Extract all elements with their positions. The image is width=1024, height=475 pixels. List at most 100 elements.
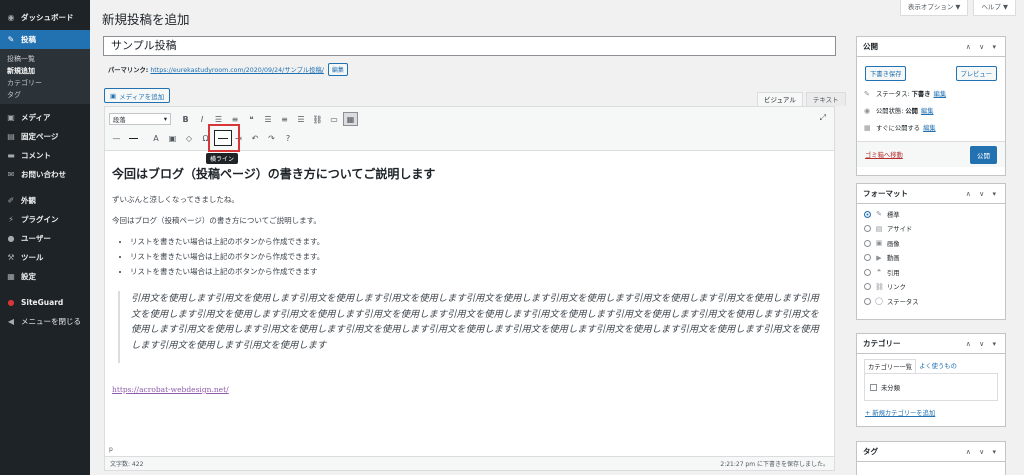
publish-actions: 下書き保存 プレビュー (857, 57, 1005, 81)
submenu-all-posts[interactable]: 投稿一覧 (0, 53, 90, 65)
align-left-icon[interactable]: ☰ (261, 112, 276, 126)
redo-icon[interactable]: ↷ (264, 131, 279, 145)
content-heading: 今回はブログ（投稿ページ）の書き方についてご説明します (112, 167, 436, 181)
sidebar-item-dashboard[interactable]: ◉ ダッシュボード (0, 8, 90, 27)
box-controls-icon[interactable]: ∧ ∨ ▾ (966, 190, 999, 198)
text-color-icon[interactable]: A (149, 131, 164, 145)
sidebar-item-contact[interactable]: ✉ お問い合わせ (0, 165, 90, 184)
format-radio[interactable] (864, 268, 871, 276)
sidebar-item-users[interactable]: ● ユーザー (0, 229, 90, 248)
format-option[interactable]: ❝ 引用 (857, 265, 1005, 280)
sidebar-item-posts[interactable]: ✎ 投稿 (0, 30, 90, 49)
format-radio[interactable] (864, 225, 871, 233)
category-box: カテゴリー ∧ ∨ ▾ カテゴリー一覧 よく使うもの 未分類 + 新規カテゴリーを… (856, 333, 1006, 427)
format-option[interactable]: ◯ ステータス (857, 294, 1005, 309)
help-icon[interactable]: ? (281, 131, 296, 145)
bold-icon[interactable]: B (178, 112, 193, 126)
screen-options-button[interactable]: 表示オプション ▼ (899, 0, 969, 16)
format-option[interactable]: ▤ アサイド (857, 222, 1005, 237)
media-icon: ▣ (7, 113, 15, 122)
format-radio[interactable] (864, 239, 871, 247)
align-center-icon[interactable]: ≡ (277, 112, 292, 126)
format-box: フォーマット ∧ ∨ ▾ ✎ 標準 ▤ アサイド ▣ 画像 ▶ 動画 ❝ 引用 ⛓ リンク ◯ ステータス (856, 183, 1006, 320)
tab-all-categories[interactable]: カテゴリー一覧 (864, 359, 917, 373)
box-controls-icon[interactable]: ∧ ∨ ▾ (966, 448, 999, 456)
submenu-tags[interactable]: タグ (0, 89, 90, 101)
sidebar-item-siteguard[interactable]: ● SiteGuard (0, 293, 90, 312)
format-option[interactable]: ▣ 画像 (857, 236, 1005, 251)
sidebar-item-plugins[interactable]: ⚡ プラグイン (0, 210, 90, 229)
blockquote-icon[interactable]: ❝ (244, 112, 259, 126)
undo-icon[interactable]: ↶ (248, 131, 263, 145)
permalink-url[interactable]: https://eurekastudyroom.com/2020/09/24/サ… (150, 65, 324, 74)
format-radio[interactable] (864, 254, 871, 262)
distraction-free-icon[interactable]: ⤢ (820, 113, 826, 123)
permalink-edit-button[interactable]: 編集 (327, 63, 348, 76)
toolbar-toggle-icon[interactable]: ▦ (343, 112, 358, 126)
sidebar-item-label: 固定ページ (21, 132, 59, 141)
schedule-edit-link[interactable]: 編集 (923, 123, 936, 132)
visibility-edit-link[interactable]: 編集 (921, 106, 934, 115)
preview-button[interactable]: プレビュー (955, 66, 997, 81)
category-tabs: カテゴリー一覧 よく使うもの (857, 354, 1005, 373)
tab-popular-categories[interactable]: よく使うもの (916, 359, 960, 373)
format-radio[interactable] (864, 210, 871, 218)
user-icon: ● (7, 234, 15, 243)
status-icon: ◯ (875, 297, 883, 306)
format-radio[interactable] (864, 283, 871, 291)
plugin-icon: ⚡ (8, 215, 14, 224)
paste-text-icon[interactable]: ▣ (165, 131, 180, 145)
publish-box-title: 公開 (863, 42, 878, 51)
tab-visual[interactable]: ビジュアル (757, 92, 803, 106)
sidebar-item-comments[interactable]: ▬ コメント (0, 146, 90, 165)
sidebar-item-label: メディア (21, 113, 51, 122)
help-button[interactable]: ヘルプ ▼ (973, 0, 1016, 16)
autosave-status: 2:21:27 pm に下書きを保存しました。 (720, 461, 829, 468)
sidebar-item-tools[interactable]: ⚒ ツール (0, 248, 90, 267)
format-option-label: アサイド (887, 226, 913, 234)
editor-content[interactable]: 今回はブログ（投稿ページ）の書き方についてご説明します ずいぶんと涼しくなってき… (112, 165, 824, 394)
format-select[interactable]: 段落 ▾ (109, 113, 171, 125)
link-icon[interactable]: ⛓ (310, 112, 325, 126)
media-icon: ▣ (110, 91, 117, 100)
toolbar-row-2: — A▣◇Ω⇤⇥↶↷? (109, 131, 297, 145)
content-paragraph: ずいぶんと涼しくなってきましたね。 (112, 195, 239, 204)
tab-text[interactable]: テキスト (805, 92, 846, 106)
sidebar-item-pages[interactable]: ▤ 固定ページ (0, 127, 90, 146)
sidebar-collapse-menu[interactable]: ◀ メニューを閉じる (0, 312, 90, 331)
publish-button[interactable]: 公開 (970, 145, 997, 164)
save-draft-button[interactable]: 下書き保存 (865, 66, 907, 81)
read-more-icon[interactable]: ▭ (327, 112, 342, 126)
content-paragraph: 今回はブログ（投稿ページ）の書き方についてご説明します。 (112, 216, 321, 225)
format-option[interactable]: ⛓ リンク (857, 280, 1005, 295)
sidebar-item-label: ダッシュボード (21, 13, 74, 22)
add-category-link[interactable]: + 新規カテゴリーを追加 (857, 401, 1005, 424)
settings-icon: ▦ (7, 272, 15, 281)
post-title-input[interactable]: サンプル投稿 (103, 36, 836, 56)
clear-format-icon[interactable]: ◇ (182, 131, 197, 145)
status-value: 下書き (911, 91, 931, 98)
add-media-button[interactable]: ▣ メディアを追加 (104, 88, 171, 103)
submenu-categories[interactable]: カテゴリー (0, 77, 90, 89)
content-link[interactable]: https://acrobat-webdesign.net/ (112, 385, 229, 394)
format-option[interactable]: ▶ 動画 (857, 251, 1005, 266)
submenu-add-new[interactable]: 新規追加 (0, 65, 90, 77)
status-edit-link[interactable]: 編集 (934, 89, 947, 98)
align-right-icon[interactable]: ☰ (294, 112, 309, 126)
format-option[interactable]: ✎ 標準 (857, 207, 1005, 222)
link-icon: ⛓ (875, 282, 884, 291)
strikethrough-icon[interactable]: — (109, 131, 124, 145)
format-radio[interactable] (864, 297, 871, 305)
horizontal-line-button[interactable] (126, 131, 141, 145)
sidebar-item-media[interactable]: ▣ メディア (0, 108, 90, 127)
category-checkbox[interactable] (870, 383, 877, 391)
posts-submenu: 投稿一覧 新規追加 カテゴリー タグ (0, 49, 90, 104)
visibility-value: 公開 (905, 108, 918, 115)
trash-link[interactable]: ゴミ箱へ移動 (865, 150, 903, 159)
sidebar-item-settings[interactable]: ▦ 設定 (0, 267, 90, 286)
box-controls-icon[interactable]: ∧ ∨ ▾ (966, 340, 999, 348)
format-option-label: 引用 (887, 269, 900, 277)
visibility-row: ◉ 公開状態: 公開 編集 (857, 106, 1005, 116)
sidebar-item-appearance[interactable]: ✐ 外観 (0, 191, 90, 210)
box-controls-icon[interactable]: ∧ ∨ ▾ (966, 43, 999, 51)
